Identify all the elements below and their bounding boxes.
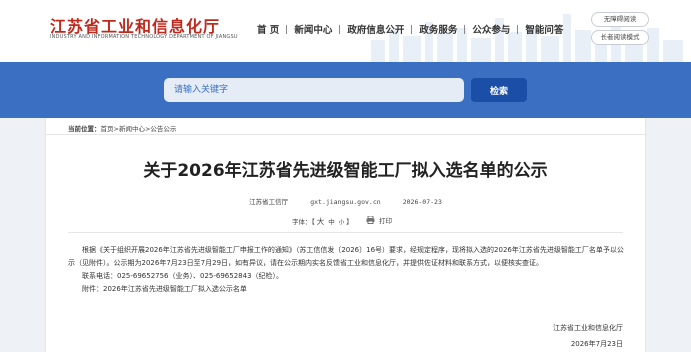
nav-services[interactable]: 政务服务 [412, 22, 464, 36]
print-button[interactable]: 打印 [366, 215, 392, 225]
font-size-bracket-close: 】 [346, 218, 353, 226]
font-size-medium[interactable]: 中 [328, 218, 335, 226]
article-date: 2026-07-23 [402, 198, 442, 206]
accessibility-tools: 无障碍阅读 长者阅读模式 [591, 12, 649, 48]
breadcrumb-label: 当前位置： [68, 125, 101, 133]
article-meta: 江苏省工信厅 gxt.jiangsu.gov.cn 2026-07-23 [46, 196, 645, 206]
article-source: 江苏省工信厅 [249, 198, 289, 206]
breadcrumb-news[interactable]: 新闻中心 [119, 125, 145, 133]
font-size-label: 字体： [292, 218, 312, 226]
attachment-label: 附件： [82, 285, 103, 293]
font-size-bracket-open: 【 [311, 218, 315, 226]
nav-news[interactable]: 新闻中心 [287, 22, 339, 36]
breadcrumb-notices[interactable]: 公告公示 [150, 125, 176, 133]
article-site: gxt.jiangsu.gov.cn [310, 198, 381, 206]
attachment-link[interactable]: 2026年江苏省先进级智能工厂拟入选公示名单 [103, 285, 247, 293]
article-panel: 当前位置：首页>新闻中心>公告公示 关于2026年江苏省先进级智能工厂拟入选名单… [45, 118, 646, 352]
site-logo-subtitle: INDUSTRY AND INFORMATION TECHNOLOGY DEPA… [50, 34, 238, 40]
search-input[interactable] [164, 78, 464, 102]
breadcrumb-divider [46, 134, 645, 135]
signature-org: 江苏省工业和信息化厅 [553, 324, 623, 332]
breadcrumb-home[interactable]: 首页 [101, 125, 114, 133]
signature-date: 2026年7月23日 [570, 340, 623, 348]
breadcrumb: 当前位置：首页>新闻中心>公告公示 [68, 123, 176, 133]
nav-gov-info[interactable]: 政府信息公开 [340, 22, 411, 36]
elder-mode-button[interactable]: 长者阅读模式 [591, 30, 649, 45]
nav-participation[interactable]: 公众参与 [465, 22, 517, 36]
font-size-large[interactable]: 大 [317, 217, 325, 226]
printer-icon [366, 216, 375, 224]
article-paragraph: 根据《关于组织开展2026年江苏省先进级智能工厂申报工作的通知》（苏工信信发〔2… [68, 246, 624, 267]
site-header: 江苏省工业和信息化厅 INDUSTRY AND INFORMATION TECH… [0, 0, 691, 62]
meta-divider [68, 232, 623, 233]
attachment-line: 附件：2026年江苏省先进级智能工厂拟入选公示名单 [68, 283, 628, 296]
nav-smart-qa[interactable]: 智能问答 [518, 22, 570, 36]
print-label: 打印 [379, 217, 392, 225]
nav-home[interactable]: 首 页 [250, 22, 286, 36]
font-size-control: 字体：【大中小】 [292, 216, 353, 227]
search-banner: 检索 [0, 62, 691, 118]
article-body: 根据《关于组织开展2026年江苏省先进级智能工厂申报工作的通知》（苏工信信发〔2… [68, 244, 628, 296]
font-size-small[interactable]: 小 [339, 220, 345, 226]
main-nav: 首 页 新闻中心 政府信息公开 政务服务 公众参与 智能问答 [250, 22, 570, 36]
search-button[interactable]: 检索 [471, 78, 527, 102]
article-title: 关于2026年江苏省先进级智能工厂拟入选名单的公示 [143, 161, 548, 181]
contact-line: 联系电话：025-69652756（业务）、025-69652843（纪检）。 [82, 272, 284, 280]
accessible-reading-button[interactable]: 无障碍阅读 [591, 12, 649, 27]
